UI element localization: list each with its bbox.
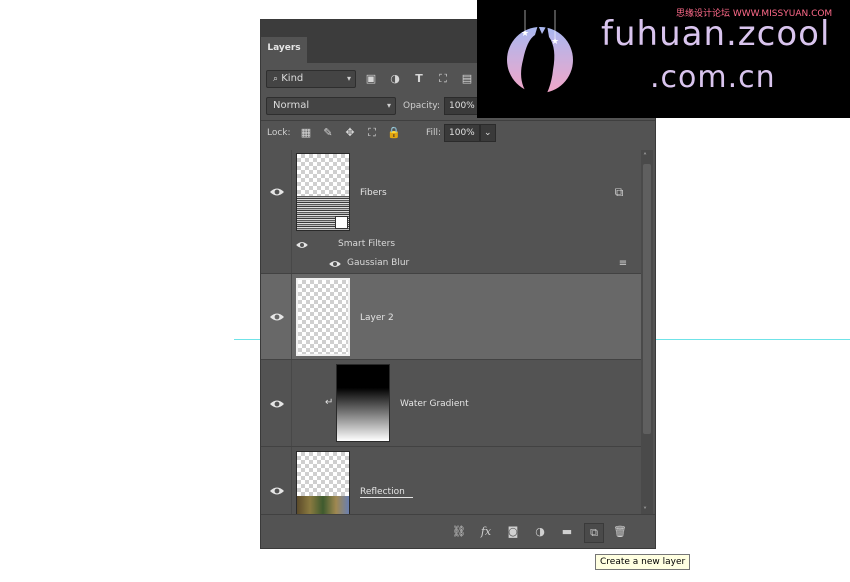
layer-list: Fibers ⧉ Smart Filters Gaussian Blur ≡ L… bbox=[261, 150, 641, 517]
link-icon[interactable]: ⛓ bbox=[450, 523, 468, 541]
fx-icon[interactable]: fx bbox=[477, 523, 495, 541]
watermark-line-1: fuhuan.zcool bbox=[601, 14, 831, 54]
layer-row-water-gradient[interactable]: ↵ Water Gradient bbox=[261, 360, 641, 447]
type-filter-icon[interactable]: T bbox=[411, 71, 427, 87]
layer-thumbnail-reflection[interactable] bbox=[296, 451, 350, 517]
layer-row-layer-2[interactable]: Layer 2 bbox=[261, 274, 641, 360]
lock-brush-icon[interactable]: ✎ bbox=[320, 125, 336, 141]
scroll-up-icon[interactable]: ˄ bbox=[643, 152, 647, 161]
eye-icon[interactable] bbox=[269, 311, 285, 323]
eye-icon[interactable] bbox=[269, 398, 285, 410]
smart-object-badge-icon bbox=[335, 216, 348, 229]
visibility-column bbox=[291, 447, 292, 517]
filter-name-gaussian-blur[interactable]: Gaussian Blur bbox=[347, 258, 409, 268]
kind-filter-dropdown[interactable]: ⌕ Kind ▾ bbox=[266, 70, 356, 88]
layer-name[interactable]: Reflection bbox=[360, 487, 413, 498]
layer-name[interactable]: Layer 2 bbox=[360, 313, 394, 323]
cat-moon-logo-icon: ★ ★ bbox=[507, 10, 573, 105]
chevron-down-icon: ▾ bbox=[386, 101, 391, 110]
mask-icon[interactable]: ◙ bbox=[504, 523, 522, 541]
svg-text:★: ★ bbox=[551, 37, 559, 47]
chevron-down-icon: ▾ bbox=[346, 74, 351, 83]
eye-icon[interactable] bbox=[328, 259, 342, 269]
eye-icon[interactable] bbox=[269, 485, 285, 497]
layer-row-reflection[interactable]: Reflection bbox=[261, 447, 641, 517]
eye-icon[interactable] bbox=[295, 240, 309, 250]
watermark-line-2: .com.cn bbox=[650, 60, 776, 95]
filter-blending-options-icon[interactable]: ≡ bbox=[615, 256, 631, 272]
smart-filters-label: Smart Filters bbox=[338, 239, 396, 249]
tab-layers[interactable]: Layers bbox=[261, 37, 307, 63]
lock-row: Lock: ▦ ✎ ✥ ⛶ 🔒 Fill: 100% ⌄ bbox=[261, 124, 655, 144]
folder-icon[interactable]: ▬ bbox=[558, 523, 576, 541]
adjustment-filter-icon[interactable]: ◑ bbox=[387, 71, 403, 87]
opacity-input[interactable]: 100% bbox=[444, 97, 478, 115]
search-icon: ⌕ bbox=[273, 74, 279, 84]
watermark-banner: ★ ★ 思缘设计论坛 WWW.MISSYUAN.COM fuhuan.zcool… bbox=[477, 0, 850, 118]
fill-input[interactable]: 100% bbox=[444, 124, 480, 142]
clipping-arrow-icon: ↵ bbox=[325, 397, 334, 408]
layer-name[interactable]: Fibers bbox=[360, 188, 387, 198]
visibility-column bbox=[291, 274, 292, 359]
chevron-down-icon[interactable]: ⌄ bbox=[480, 124, 496, 142]
layer-thumbnail-water-gradient[interactable] bbox=[336, 364, 390, 442]
visibility-column bbox=[291, 360, 292, 446]
lock-label: Lock: bbox=[267, 128, 291, 138]
layer-name[interactable]: Water Gradient bbox=[400, 399, 469, 409]
tooltip: Create a new layer bbox=[595, 554, 691, 570]
divider bbox=[261, 120, 655, 121]
smart-filter-options-icon[interactable]: ⧉ bbox=[611, 184, 627, 200]
smart-object-filter-icon[interactable]: ▤ bbox=[459, 71, 475, 87]
fill-label: Fill: bbox=[426, 128, 442, 138]
eye-icon[interactable] bbox=[269, 186, 285, 198]
blend-mode-dropdown[interactable]: Normal ▾ bbox=[266, 97, 396, 115]
adjustment-icon[interactable]: ◑ bbox=[531, 523, 549, 541]
new-layer-icon[interactable]: ⧉ bbox=[584, 523, 604, 543]
layer-list-scrollbar[interactable]: ˄ ˅ bbox=[641, 150, 653, 517]
svg-text:★: ★ bbox=[521, 29, 529, 39]
layer-thumbnail-layer-2[interactable] bbox=[296, 278, 350, 356]
pixel-filter-icon[interactable]: ▣ bbox=[363, 71, 379, 87]
lock-all-icon[interactable]: 🔒 bbox=[386, 125, 402, 141]
layer-row-fibers[interactable]: Fibers ⧉ Smart Filters Gaussian Blur ≡ bbox=[261, 150, 641, 274]
trash-icon[interactable]: 🗑 bbox=[611, 523, 629, 541]
lock-position-icon[interactable]: ✥ bbox=[342, 125, 358, 141]
scrollbar-thumb[interactable] bbox=[643, 164, 651, 434]
opacity-label: Opacity: bbox=[403, 101, 440, 111]
visibility-column bbox=[291, 150, 292, 273]
shape-filter-icon[interactable]: ⛶ bbox=[435, 71, 451, 87]
panel-footer: ⛓ fx ◙ ◑ ▬ ⧉ 🗑 bbox=[261, 514, 655, 548]
layer-thumbnail-fibers[interactable] bbox=[296, 153, 350, 231]
lock-transparent-icon[interactable]: ▦ bbox=[298, 125, 314, 141]
lock-artboard-icon[interactable]: ⛶ bbox=[364, 125, 380, 141]
